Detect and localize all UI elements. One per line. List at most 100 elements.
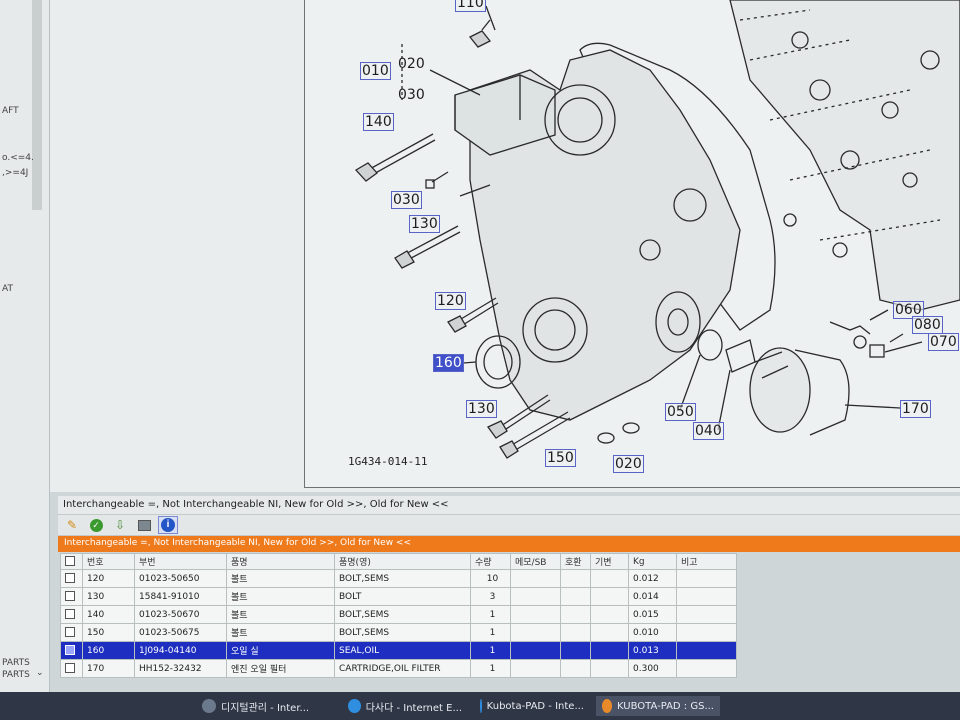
taskbar-item-label: 다사다 - Internet E... xyxy=(365,702,462,714)
cell-compat xyxy=(560,587,591,606)
callout-030[interactable]: 030 xyxy=(391,191,422,209)
taskbar-item[interactable]: 디지털관리 - Inter... xyxy=(196,696,336,716)
column-header[interactable]: 메모/SB xyxy=(510,553,561,570)
taskbar-item[interactable]: 다사다 - Internet E... xyxy=(342,696,468,716)
info-icon[interactable]: i xyxy=(158,516,178,534)
taskbar-item-label: 디지털관리 - Inter... xyxy=(221,702,310,714)
taskbar-item[interactable]: Kubota-PAD - Inte... xyxy=(474,696,590,716)
callout-040[interactable]: 040 xyxy=(693,422,724,440)
callout-140[interactable]: 140 xyxy=(363,113,394,131)
sidebar-fragment: AT xyxy=(2,284,13,294)
column-header[interactable]: 품명 xyxy=(226,553,335,570)
cell-name-en: BOLT,SEMS xyxy=(334,623,471,642)
windows-taskbar: 디지털관리 - Inter... 다사다 - Internet E... Kub… xyxy=(0,692,960,720)
callout-130[interactable]: 130 xyxy=(409,215,440,233)
table-row[interactable]: 170 HH152-32432 엔진 오일 필터 CARTRIDGE,OIL F… xyxy=(60,659,737,678)
column-header[interactable]: 부번 xyxy=(134,553,227,570)
callout-080[interactable]: 080 xyxy=(912,316,943,334)
table-row[interactable]: 150 01023-50675 볼트 BOLT,SEMS 1 0.010 xyxy=(60,623,737,642)
table-row[interactable]: 120 01023-50650 볼트 BOLT,SEMS 10 0.012 xyxy=(60,569,737,588)
cell-qty: 10 xyxy=(470,569,511,588)
table-row[interactable]: 130 15841-91010 볼트 BOLT 3 0.014 xyxy=(60,587,737,606)
row-checkbox[interactable] xyxy=(60,659,83,678)
exploded-view-drawing xyxy=(354,0,960,459)
cell-part-number: 01023-50650 xyxy=(134,569,227,588)
column-header[interactable]: 수량 xyxy=(470,553,511,570)
column-header[interactable]: 기변 xyxy=(590,553,629,570)
cell-compat xyxy=(560,605,591,624)
parts-toolbar: ✎ ✓ ⇩ i xyxy=(58,514,960,536)
row-checkbox[interactable] xyxy=(60,569,83,588)
sidebar-parts-link[interactable]: PARTS xyxy=(2,658,30,668)
export-icon[interactable]: ✎ xyxy=(62,516,82,534)
column-header[interactable]: 번호 xyxy=(82,553,135,570)
cell-compat xyxy=(560,623,591,642)
callout-050[interactable]: 050 xyxy=(665,403,696,421)
print-icon[interactable] xyxy=(134,516,154,534)
cell-part-number: HH152-32432 xyxy=(134,659,227,678)
cell-change xyxy=(590,623,629,642)
table-row-selected[interactable]: 160 1J094-04140 오일 실 SEAL,OIL 1 0.013 xyxy=(60,641,737,660)
column-header[interactable]: Kg xyxy=(628,553,677,570)
label-030: 030 xyxy=(398,87,425,103)
cell-name-kr: 오일 실 xyxy=(226,641,335,660)
row-checkbox[interactable] xyxy=(60,623,83,642)
cell-name-en: BOLT,SEMS xyxy=(334,605,471,624)
callout-160-selected[interactable]: 160 xyxy=(433,354,464,372)
callout-010[interactable]: 010 xyxy=(360,62,391,80)
sidebar-fragment: o.<=4. xyxy=(2,153,34,163)
cell-compat xyxy=(560,659,591,678)
column-header[interactable]: 비고 xyxy=(676,553,737,570)
callout-130[interactable]: 130 xyxy=(466,400,497,418)
sidebar-parts-link[interactable]: PARTS xyxy=(2,670,30,680)
cell-note xyxy=(676,605,737,624)
interchangeability-banner: Interchangeable =, Not Interchangeable N… xyxy=(58,536,960,552)
cell-name-kr: 볼트 xyxy=(226,605,335,624)
select-all-checkbox[interactable] xyxy=(60,553,83,570)
cell-name-kr: 볼트 xyxy=(226,623,335,642)
taskbar-item-active[interactable]: KUBOTA-PAD : GS... xyxy=(596,696,720,716)
internet-explorer-icon xyxy=(480,699,482,713)
cell-note xyxy=(676,587,737,606)
callout-150[interactable]: 150 xyxy=(545,449,576,467)
cell-note xyxy=(676,623,737,642)
cell-change xyxy=(590,587,629,606)
cell-no: 120 xyxy=(82,569,135,588)
row-checkbox[interactable] xyxy=(60,587,83,606)
cell-kg: 0.013 xyxy=(628,641,677,660)
cell-name-kr: 엔진 오일 필터 xyxy=(226,659,335,678)
internet-explorer-icon xyxy=(348,699,361,713)
sidebar-fragment: ,>=4J xyxy=(2,168,29,178)
table-row[interactable]: 140 01023-50670 볼트 BOLT,SEMS 1 0.015 xyxy=(60,605,737,624)
cell-memo xyxy=(510,641,561,660)
callout-070[interactable]: 070 xyxy=(928,333,959,351)
taskbar-item-label: KUBOTA-PAD : GS... xyxy=(616,700,714,712)
cell-kg: 0.010 xyxy=(628,623,677,642)
row-checkbox[interactable] xyxy=(60,605,83,624)
cell-compat xyxy=(560,641,591,660)
table-header-row: 번호 부번 품명 품명(영) 수량 메모/SB 호환 기변 Kg 비고 xyxy=(60,553,737,570)
import-icon[interactable]: ⇩ xyxy=(110,516,130,534)
callout-110[interactable]: 110 xyxy=(455,0,486,12)
column-header[interactable]: 호환 xyxy=(560,553,591,570)
cell-qty: 1 xyxy=(470,623,511,642)
cell-note xyxy=(676,569,737,588)
confirm-icon[interactable]: ✓ xyxy=(86,516,106,534)
cell-no: 170 xyxy=(82,659,135,678)
column-header[interactable]: 품명(영) xyxy=(334,553,471,570)
callout-170[interactable]: 170 xyxy=(900,400,931,418)
kubota-app-icon xyxy=(602,699,612,713)
callout-120[interactable]: 120 xyxy=(435,292,466,310)
left-panel: AFT o.<=4. ,>=4J AT PARTS PARTS ⌄ xyxy=(0,0,50,720)
sidebar-fragment: AFT xyxy=(2,106,19,116)
cell-memo xyxy=(510,587,561,606)
cell-qty: 1 xyxy=(470,605,511,624)
callout-020[interactable]: 020 xyxy=(613,455,644,473)
sidebar-scrollbar[interactable] xyxy=(32,0,42,210)
cell-no: 160 xyxy=(82,641,135,660)
row-checkbox[interactable] xyxy=(60,641,83,660)
label-020: 020 xyxy=(398,56,425,72)
chevron-down-icon[interactable]: ⌄ xyxy=(36,668,44,678)
cell-change xyxy=(590,659,629,678)
cell-change xyxy=(590,569,629,588)
